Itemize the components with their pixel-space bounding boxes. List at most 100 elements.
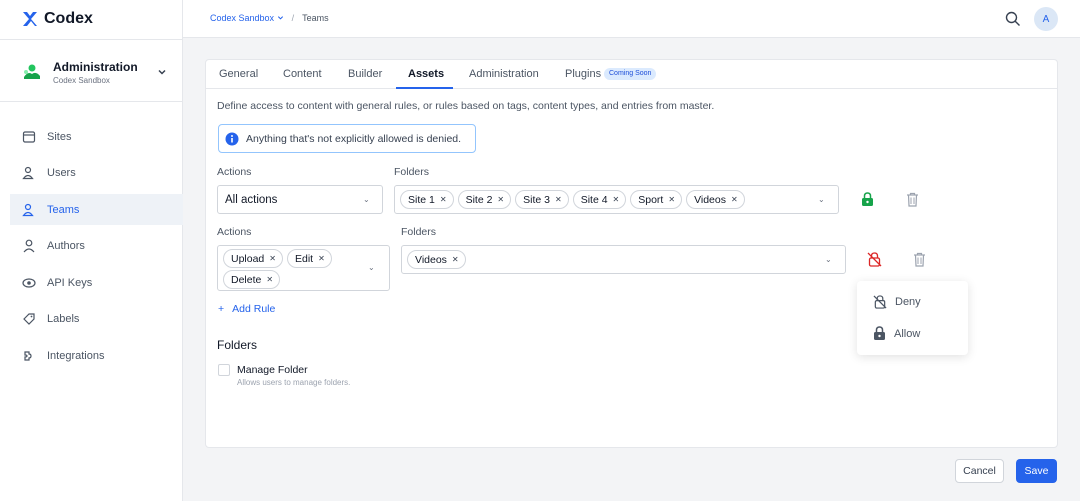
labels-icon [22,312,36,326]
sidebar-nav: Sites Users Teams Authors API Keys Label… [10,121,183,377]
cancel-button[interactable]: Cancel [955,459,1004,483]
rule-1-actions-select[interactable]: All actions ⌄ [217,185,383,214]
rule-2-folder-chips: Videos ✕ [407,250,466,269]
rule-2-action-chips: Upload ✕ Edit ✕ Delete ✕ [223,249,363,289]
teams-icon [22,203,36,217]
remove-chip-icon[interactable]: ✕ [266,275,273,284]
assets-panel: General Content Builder Assets Administr… [205,59,1058,448]
delete-rule-icon[interactable] [913,252,926,267]
menu-item-deny[interactable]: Deny [873,295,921,309]
folder-chip: Site 4 ✕ [572,190,627,209]
remove-chip-icon[interactable]: ✕ [613,195,620,204]
integrations-icon [22,349,36,363]
sidebar-item-label: API Keys [47,276,93,289]
org-switcher[interactable]: Administration Codex Sandbox [22,55,167,89]
breadcrumb-separator: / [291,13,295,23]
sidebar-item-integrations[interactable]: Integrations [10,340,183,371]
remove-chip-icon[interactable]: ✕ [731,195,738,204]
chevron-down-icon: ⌄ [825,255,832,264]
folder-chip: Site 1 ✕ [400,190,454,209]
sidebar-item-label: Authors [47,240,85,252]
remove-chip-icon[interactable]: ✕ [440,195,447,204]
tab-plugins[interactable]: Plugins [565,68,601,80]
tab-assets[interactable]: Assets [408,68,444,80]
manage-folder-label: Manage Folder [237,364,308,376]
folder-chip: Site 2 ✕ [457,190,512,209]
manage-folder-help: Allows users to manage folders. [237,378,351,387]
breadcrumb-current: Teams [302,13,329,23]
info-icon [225,132,239,145]
rule-2-folders-label: Folders [401,226,437,238]
rule-1-actions-label: Actions [217,166,252,178]
notice-text: Anything that's not explicitly allowed i… [246,132,462,145]
rule-2-actions-label: Actions [217,226,252,238]
folder-chip: Videos ✕ [686,190,745,209]
sidebar-item-label: Users [47,167,76,179]
allow-lock-icon[interactable] [861,192,874,207]
chevron-down-icon[interactable] [157,67,167,77]
add-rule-button[interactable]: + Add Rule [218,303,275,315]
rule-1-folders-label: Folders [394,166,430,178]
remove-chip-icon[interactable]: ✕ [668,195,675,204]
rule-2-folders-select[interactable]: Videos ✕ ⌄ [401,245,846,274]
folder-chip: Site 3 ✕ [515,190,569,209]
permission-menu: Deny Allow [857,281,968,355]
api-keys-icon [22,276,36,290]
app-name: Codex [44,10,93,27]
breadcrumb-space[interactable]: Codex Sandbox [210,13,284,23]
sidebar-item-label: Integrations [47,349,105,362]
assets-description: Define access to content with general ru… [217,100,715,112]
rule-1-folders-select[interactable]: Site 1 ✕ Site 2 ✕ Site 3 ✕ Site 4 ✕ Sport ✕ V… [394,185,839,214]
tab-administration[interactable]: Administration [469,68,539,80]
action-chip: Upload ✕ [223,249,283,268]
sidebar-item-label: Teams [47,203,80,216]
sidebar-item-api-keys[interactable]: API Keys [10,267,183,298]
delete-rule-icon[interactable] [906,192,919,207]
rule-2-actions-select[interactable]: Upload ✕ Edit ✕ Delete ✕ ⌄ [217,245,390,291]
action-chip: Edit ✕ [286,249,332,268]
tab-content[interactable]: Content [283,68,322,80]
folders-section-title: Folders [217,338,258,352]
coming-soon-badge: Coming Soon [604,68,657,80]
chevron-down-icon: ⌄ [368,263,375,272]
sidebar: Codex Administration Codex Sandbox Sites… [0,0,183,501]
remove-chip-icon[interactable]: ✕ [452,255,459,264]
folder-chip: Videos ✕ [407,250,466,269]
top-bar: Codex Sandbox / Teams A [183,0,1080,38]
tab-builder[interactable]: Builder [348,68,382,80]
remove-chip-icon[interactable]: ✕ [269,254,276,263]
users-icon [22,166,36,180]
deny-lock-icon[interactable] [867,252,882,267]
action-chip: Delete ✕ [223,270,281,289]
deny-lock-icon [873,295,887,309]
tab-bar: General Content Builder Assets Administr… [206,60,1057,89]
tab-general[interactable]: General [219,68,258,80]
remove-chip-icon[interactable]: ✕ [555,195,562,204]
sidebar-item-labels[interactable]: Labels [10,304,183,335]
app-logo[interactable]: Codex [22,8,93,30]
active-tab-indicator [396,87,453,89]
sidebar-item-authors[interactable]: Authors [10,231,183,262]
menu-item-allow[interactable]: Allow [873,326,920,341]
sidebar-item-sites[interactable]: Sites [10,121,183,152]
sidebar-item-label: Labels [47,313,80,325]
divider [0,39,183,40]
sidebar-item-users[interactable]: Users [10,158,183,189]
sidebar-item-label: Sites [47,130,72,143]
plus-icon: + [218,303,225,315]
rule-1-actions-value: All actions [225,194,278,206]
manage-folder-checkbox[interactable] [218,364,230,376]
chevron-down-icon: ⌄ [363,195,370,204]
remove-chip-icon[interactable]: ✕ [318,254,325,263]
remove-chip-icon[interactable]: ✕ [497,195,504,204]
allow-label: Allow [894,327,921,340]
folder-chip: Sport ✕ [630,190,683,209]
save-button[interactable]: Save [1016,459,1057,483]
allow-lock-icon [874,326,885,340]
user-avatar[interactable]: A [1034,7,1058,31]
sidebar-item-teams[interactable]: Teams [10,194,183,225]
search-icon[interactable] [1005,11,1021,27]
breadcrumb: Codex Sandbox / Teams [210,13,329,23]
info-notice: Anything that's not explicitly allowed i… [218,124,476,153]
sites-icon [22,130,36,144]
